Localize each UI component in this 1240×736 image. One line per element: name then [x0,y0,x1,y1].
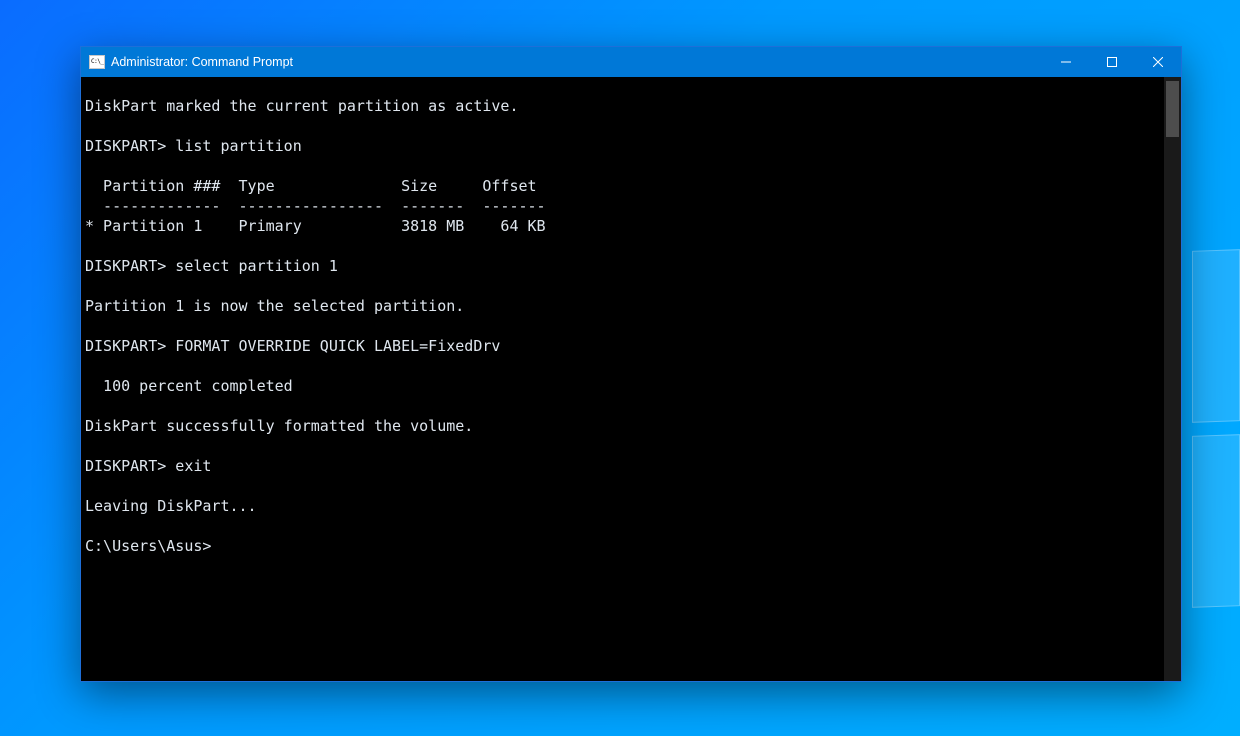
desktop-windows-logo [1180,250,1240,610]
command-prompt-window: Administrator: Command Prompt DiskPart m… [80,46,1182,682]
minimize-icon [1061,57,1071,67]
cmd-icon [89,55,105,69]
close-button[interactable] [1135,47,1181,77]
scrollbar-track[interactable] [1164,77,1181,681]
terminal-output[interactable]: DiskPart marked the current partition as… [81,92,1163,666]
close-icon [1153,57,1163,67]
minimize-button[interactable] [1043,47,1089,77]
scrollbar-thumb[interactable] [1166,81,1179,137]
maximize-button[interactable] [1089,47,1135,77]
titlebar[interactable]: Administrator: Command Prompt [81,47,1181,77]
window-title: Administrator: Command Prompt [111,55,293,69]
maximize-icon [1107,57,1117,67]
window-client-area: DiskPart marked the current partition as… [81,77,1181,681]
